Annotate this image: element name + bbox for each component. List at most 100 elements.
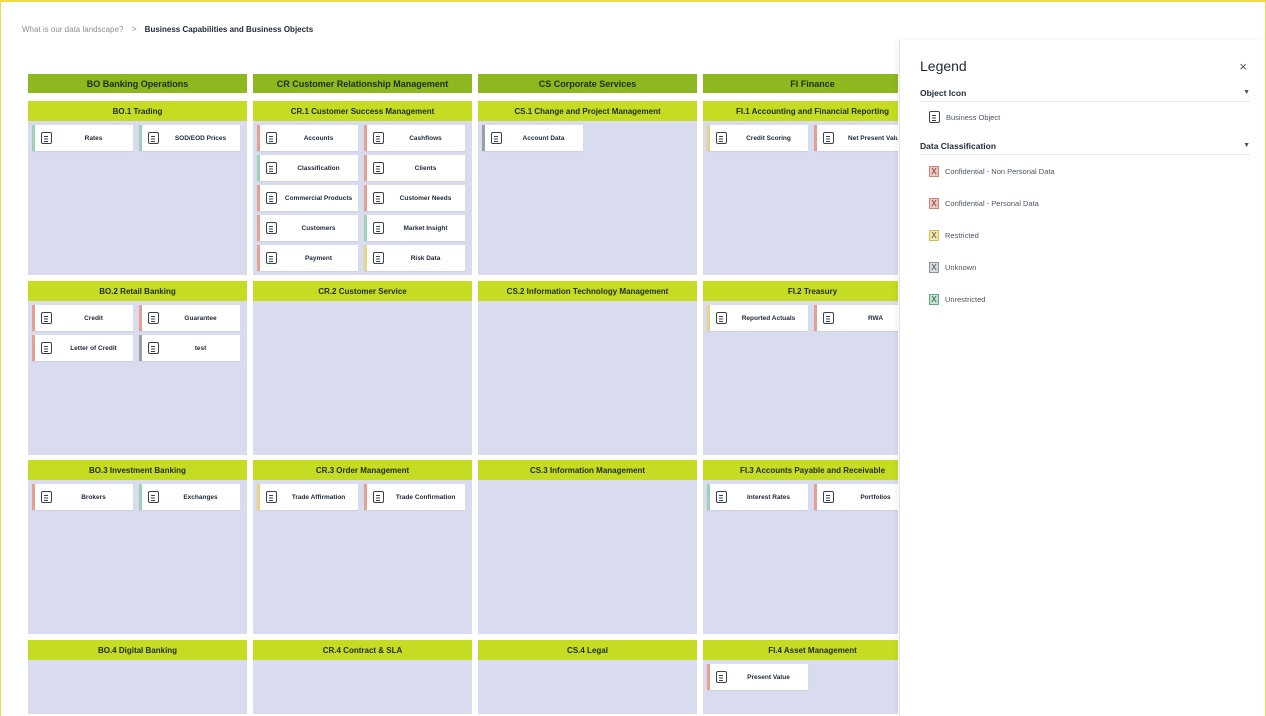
business-object-tile[interactable]: RWA [814,305,898,331]
business-object-tile[interactable]: Customer Needs [364,185,465,211]
capability-objects: Account Data [478,121,697,155]
document-icon [716,671,727,683]
caret-down-icon: ▼ [1243,142,1250,149]
business-object-label: Market Insight [403,224,448,232]
business-object-tile[interactable]: Cashflows [364,125,465,151]
document-icon [41,491,52,503]
capability-header[interactable]: BO.4 Digital Banking [28,640,247,660]
legend-title: Legend [920,58,967,74]
capability-card: CR.4 Contract & SLA [253,640,472,714]
document-icon [266,132,277,144]
capability-header[interactable]: CS.4 Legal [478,640,697,660]
document-icon [266,192,277,204]
capability-objects: Credit Scoring Net Present Value [703,121,898,155]
business-object-tile[interactable]: Account Data [482,125,583,151]
classification-swatch-icon: X [929,261,939,273]
object-icon-section: Object Icon ▼ Business Object [920,84,1250,132]
document-icon [373,222,384,234]
business-object-label: Commercial Products [284,194,353,202]
object-icon-heading: Object Icon [920,87,967,98]
breadcrumb-current: Business Capabilities and Business Objec… [144,24,314,34]
capability-objects: Credit Guarantee Letter of Credit test [28,301,247,365]
document-icon [929,111,940,123]
capability-header[interactable]: BO.3 Investment Banking [28,460,247,480]
capability-header[interactable]: CR.3 Order Management [253,460,472,480]
business-object-label: Reported Actuals [741,314,796,322]
object-icon-section-header[interactable]: Object Icon ▼ [920,84,1250,102]
business-object-tile[interactable]: Trade Affirmation [257,484,358,510]
document-icon [148,312,159,324]
close-icon[interactable]: × [1239,59,1247,74]
business-object-tile[interactable]: Present Value [707,664,808,690]
business-object-tile[interactable]: Risk Data [364,245,465,271]
business-object-tile[interactable]: Market Insight [364,215,465,241]
capability-header[interactable]: CR.2 Customer Service [253,281,472,301]
domain-header[interactable]: FI Finance [703,74,898,93]
capability-card: CS.3 Information Management [478,460,697,634]
business-object-tile[interactable]: Interest Rates [707,484,808,510]
breadcrumb-parent-link[interactable]: What is our data landscape? [22,25,123,34]
business-object-tile[interactable]: Guarantee [139,305,240,331]
business-object-label: Credit [84,314,103,322]
business-object-label: Net Present Value [848,134,898,142]
business-object-tile[interactable]: Accounts [257,125,358,151]
business-object-tile[interactable]: Classification [257,155,358,181]
document-icon [373,162,384,174]
business-object-tile[interactable]: Exchanges [139,484,240,510]
capability-header[interactable]: FI.2 Treasury [703,281,898,301]
domain-header[interactable]: CS Corporate Services [478,74,697,93]
business-object-tile[interactable]: Commercial Products [257,185,358,211]
capability-objects: Accounts Cashflows Classification Clients Co… [253,121,472,275]
business-object-label: Account Data [522,134,565,142]
business-object-tile[interactable]: Customers [257,215,358,241]
business-object-tile[interactable]: Portfolios [814,484,898,510]
document-icon [716,132,727,144]
data-classification-section-header[interactable]: Data Classification ▼ [920,137,1250,155]
capability-header[interactable]: CR.4 Contract & SLA [253,640,472,660]
legend-item-label: Confidential - Non Personal Data [945,166,1055,176]
business-object-tile[interactable]: Trade Confirmation [364,484,465,510]
domain-column: CR Customer Relationship Management CR.1 … [253,74,472,714]
document-icon [266,222,277,234]
business-object-tile[interactable]: Letter of Credit [32,335,133,361]
business-object-tile[interactable]: Payment [257,245,358,271]
domain-column: BO Banking Operations BO.1 Trading Rates SO… [28,74,247,714]
business-object-tile[interactable]: Brokers [32,484,133,510]
capability-header[interactable]: CS.3 Information Management [478,460,697,480]
capability-header[interactable]: BO.2 Retail Banking [28,281,247,301]
business-object-tile[interactable]: SOD/EOD Prices [139,125,240,151]
domain-header[interactable]: CR Customer Relationship Management [253,74,472,93]
capability-header[interactable]: FI.1 Accounting and Financial Reporting [703,101,898,121]
document-icon [823,491,834,503]
business-object-tile[interactable]: Rates [32,125,133,151]
business-object-tile[interactable]: Net Present Value [814,125,898,151]
capability-objects: Reported Actuals RWA [703,301,898,335]
document-icon [266,252,277,264]
capability-objects [478,660,697,668]
legend-item-label: Unrestricted [945,294,986,304]
capability-header[interactable]: CS.2 Information Technology Management [478,281,697,301]
capability-card: FI.4 Asset Management Present Value [703,640,898,714]
business-object-tile[interactable]: test [139,335,240,361]
capability-objects: Trade Affirmation Trade Confirmation [253,480,472,514]
domain-header[interactable]: BO Banking Operations [28,74,247,93]
business-object-tile[interactable]: Clients [364,155,465,181]
capability-header[interactable]: CS.1 Change and Project Management [478,101,697,121]
capability-card: BO.3 Investment Banking Brokers Exchanges [28,460,247,634]
business-object-tile[interactable]: Credit [32,305,133,331]
capability-header[interactable]: CR.1 Customer Success Management [253,101,472,121]
business-object-label: Trade Confirmation [395,493,456,501]
document-icon [491,132,502,144]
capability-header[interactable]: FI.4 Asset Management [703,640,898,660]
business-object-label: Customers [301,224,336,232]
capability-card: CS.2 Information Technology Management [478,281,697,455]
capability-header[interactable]: FI.3 Accounts Payable and Receivable [703,460,898,480]
capability-header[interactable]: BO.1 Trading [28,101,247,121]
capability-objects [253,301,472,309]
business-object-label: Brokers [81,493,106,501]
business-object-tile[interactable]: Reported Actuals [707,305,808,331]
business-object-tile[interactable]: Credit Scoring [707,125,808,151]
business-object-label: Classification [297,164,340,172]
business-object-label: Present Value [747,673,790,681]
legend-item-classification: X Unrestricted [920,283,1250,315]
